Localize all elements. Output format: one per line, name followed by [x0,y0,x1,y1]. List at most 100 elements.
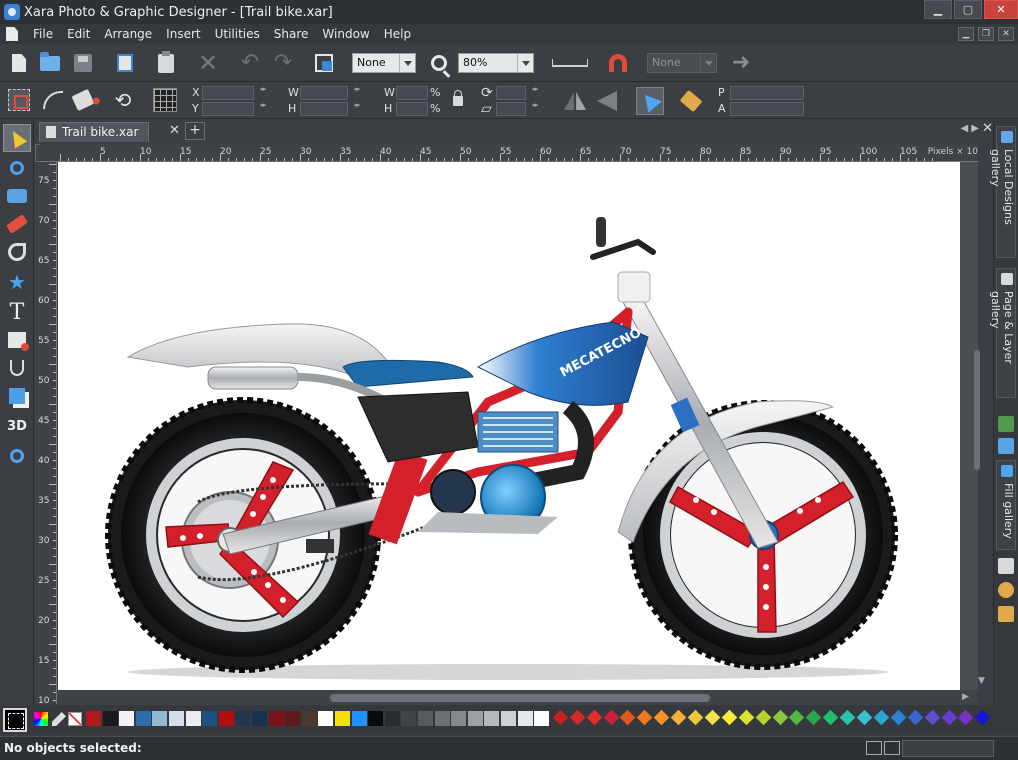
tab-close-icon[interactable]: ✕ [169,123,180,138]
color-swatch[interactable] [301,711,317,726]
color-swatch-diamond[interactable] [738,709,754,726]
color-swatch[interactable] [102,711,118,726]
bitmap-gallery-icon[interactable] [998,416,1014,432]
color-swatch[interactable] [384,711,400,726]
fill-mode-button[interactable] [70,87,96,113]
no-color-swatch[interactable] [68,712,82,726]
quickshape-tool[interactable]: ★ [3,268,31,296]
text-tool[interactable]: T [3,298,31,326]
color-swatch[interactable] [185,711,201,726]
open-button[interactable] [37,50,63,76]
color-swatch[interactable] [135,711,151,726]
color-swatch-diamond[interactable] [789,709,805,726]
current-color-swatch[interactable] [3,708,27,732]
snap-button[interactable] [605,50,631,76]
zoom-tool-button[interactable] [426,50,452,76]
color-swatch-diamond[interactable] [704,709,721,726]
select-inside-status-icon[interactable] [866,741,882,755]
font-gallery-icon[interactable] [998,558,1014,574]
p-field[interactable] [730,86,804,100]
new-tab-button[interactable]: + [185,122,205,140]
rotate-mode-button[interactable]: ⟲ [110,87,136,113]
transparency-tool[interactable] [3,354,31,382]
ruler-button[interactable] [550,50,590,76]
menu-share[interactable]: Share [267,24,316,44]
color-swatch[interactable] [484,711,500,726]
color-swatch-diamond[interactable] [620,709,636,726]
skew-stepper[interactable]: ◂▸ [528,102,542,116]
color-swatch-diamond[interactable] [552,709,569,726]
doc-restore-button[interactable]: ❐ [978,27,994,41]
color-swatch[interactable] [517,711,533,726]
color-swatch[interactable] [268,711,284,726]
arrange-button[interactable] [311,50,337,76]
color-picker-icon[interactable] [52,712,66,726]
color-swatch[interactable] [351,711,367,726]
delete-button[interactable]: ✕ [195,50,221,76]
height-field[interactable] [300,102,348,116]
doc-minimize-button[interactable]: ▁ [958,27,974,41]
lock-aspect-button[interactable] [448,90,468,111]
scroll-right-arrow[interactable]: ▶ [962,692,969,702]
x-field[interactable] [202,86,254,100]
color-swatch-diamond[interactable] [637,709,653,726]
line-gallery-icon[interactable] [998,438,1014,454]
color-swatch-diamond[interactable] [687,709,704,726]
xara-app-icon[interactable] [4,4,20,20]
menu-edit[interactable]: Edit [60,24,97,44]
color-swatch[interactable] [534,711,550,726]
y-stepper[interactable]: ◂▸ [256,102,270,116]
vertical-ruler[interactable]: 75 70 65 60 55 50 45 40 35 30 25 20 15 10 [35,162,57,706]
color-swatch[interactable] [218,711,234,726]
grid-button[interactable] [152,87,178,113]
menu-insert[interactable]: Insert [159,24,207,44]
quality-select[interactable]: None [352,53,416,73]
color-swatch[interactable] [401,711,417,726]
color-swatch[interactable] [368,711,384,726]
photo-tool[interactable] [3,182,31,210]
color-swatch[interactable] [434,711,450,726]
selection-handles-button[interactable] [6,87,32,113]
maximize-button[interactable]: ▢ [954,0,982,19]
color-swatch-diamond[interactable] [569,709,585,726]
doc-close-button[interactable]: ✕ [998,27,1014,41]
width-stepper[interactable]: ◂▸ [350,86,364,100]
color-editor-icon[interactable] [34,712,48,726]
color-swatch-diamond[interactable] [975,709,991,726]
document-tab[interactable]: Trail bike.xar [39,122,149,142]
vertical-scrollbar-thumb[interactable] [974,350,980,470]
horizontal-ruler[interactable]: Pixels × 10 5 10 15 20 25 30 35 40 45 50 55 60 65 70 7… [40,144,978,162]
flip-vertical-button[interactable] [594,88,620,114]
color-swatch-diamond[interactable] [873,709,890,726]
color-swatch[interactable] [202,711,218,726]
y-field[interactable] [202,102,254,116]
color-swatch[interactable] [252,711,267,726]
flip-horizontal-button[interactable] [562,88,588,114]
color-swatch[interactable] [418,711,433,726]
rotation-stepper[interactable]: ◂▸ [528,86,542,100]
color-swatch[interactable] [235,711,251,726]
new-document-button[interactable] [6,50,32,76]
eraser-tool[interactable] [3,210,31,238]
menu-window[interactable]: Window [315,24,376,44]
rotation-field[interactable] [496,86,526,100]
menu-file[interactable]: File [26,24,60,44]
shadow-tool[interactable] [3,382,31,410]
color-swatch-diamond[interactable] [924,709,940,726]
disabled-select[interactable]: None [647,53,717,73]
color-swatch-diamond[interactable] [653,709,670,726]
height-percent-field[interactable] [396,102,428,116]
names-gallery-icon[interactable] [998,606,1014,622]
freehand-tool[interactable] [3,238,31,266]
document-menu-icon[interactable] [6,27,18,41]
color-swatch[interactable] [501,711,516,726]
color-swatch[interactable] [119,711,135,726]
skew-field[interactable] [496,102,526,116]
selector-tool[interactable] [3,124,31,152]
color-swatch-diamond[interactable] [603,709,619,726]
color-swatch[interactable] [285,711,301,726]
color-swatch[interactable] [467,711,483,726]
color-swatch-diamond[interactable] [586,709,602,726]
color-swatch-diamond[interactable] [839,709,856,726]
color-swatch-diamond[interactable] [958,709,974,726]
